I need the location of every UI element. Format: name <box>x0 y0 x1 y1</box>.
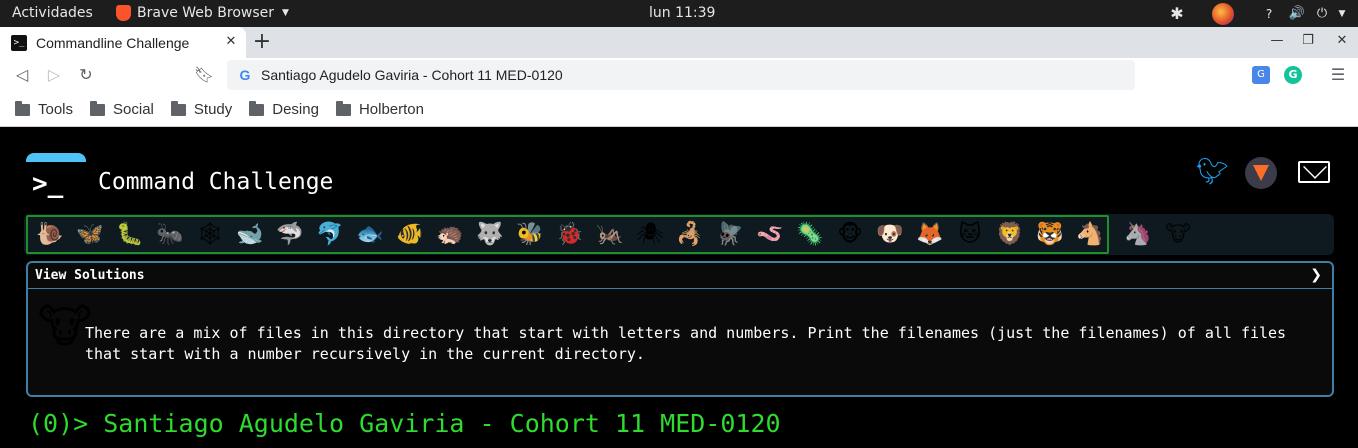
view-solutions-header[interactable]: View Solutions ❯ <box>28 263 1332 289</box>
fly-icon[interactable]: 🪰 <box>710 216 750 252</box>
view-solutions-label: View Solutions <box>35 268 145 283</box>
lion-icon[interactable]: 🦁 <box>990 216 1030 252</box>
system-tray: ✱ ? 🔊 ⏻ ▼ <box>1166 0 1358 27</box>
tab-commandline-challenge[interactable]: >_ Commandline Challenge ✕ <box>0 27 246 58</box>
folder-icon <box>249 100 265 116</box>
hedgehog-icon[interactable]: 🦔 <box>430 216 470 252</box>
tab-strip: >_ Commandline Challenge ✕ + — ❐ ✕ <box>0 27 1358 58</box>
terminal-prompt-icon: >_ <box>32 169 64 199</box>
butterfly-icon[interactable]: 🦋 <box>70 216 110 252</box>
browser-menu-icon[interactable]: ☰ <box>1328 65 1348 84</box>
back-icon[interactable]: ◁ <box>11 64 33 86</box>
whale-icon[interactable]: 🐋 <box>230 216 270 252</box>
brave-logo-icon <box>116 5 131 21</box>
bookmark-folder-desing[interactable]: Desing <box>249 100 319 118</box>
bookmark-folder-holberton[interactable]: Holberton <box>335 100 424 118</box>
ant-icon[interactable]: 🐜 <box>150 216 190 252</box>
activities-button[interactable]: Actividades <box>12 5 93 21</box>
minimize-icon[interactable]: — <box>1269 33 1285 48</box>
tropical-fish-icon[interactable]: 🐠 <box>390 216 430 252</box>
cricket-icon[interactable]: 🦗 <box>590 216 630 252</box>
app-menu[interactable]: Brave Web Browser ▼ <box>116 5 289 21</box>
power-icon[interactable]: ⏻ <box>1314 0 1330 27</box>
chevron-right-icon[interactable]: ❯ <box>1310 267 1322 283</box>
challenge-description: There are a mix of files in this directo… <box>85 324 1287 363</box>
bookmark-label: Holberton <box>358 101 424 118</box>
help-icon[interactable]: ? <box>1262 0 1276 27</box>
system-top-bar: Actividades Brave Web Browser ▼ lun 11:3… <box>0 0 1358 27</box>
chevron-down-icon: ▼ <box>282 8 289 18</box>
mail-icon[interactable] <box>1298 161 1330 183</box>
restore-icon[interactable]: ❐ <box>1300 33 1316 48</box>
horse-icon[interactable]: 🐴 <box>1070 216 1110 252</box>
bookmark-folder-tools[interactable]: Tools <box>15 100 74 118</box>
translate-extension-icon[interactable]: G <box>1252 66 1270 84</box>
close-window-icon[interactable]: ✕ <box>1334 33 1350 48</box>
unicorn-icon[interactable]: 🦄 <box>1118 216 1158 252</box>
bookmark-folder-study[interactable]: Study <box>170 100 233 118</box>
grammarly-extension-icon[interactable]: G <box>1284 66 1302 84</box>
tiger-icon[interactable]: 🐯 <box>1030 216 1070 252</box>
gitlab-icon[interactable] <box>1245 157 1277 189</box>
slack-tray-icon[interactable]: ✱ <box>1166 0 1188 27</box>
tab-title: Commandline Challenge <box>36 34 190 51</box>
reload-icon[interactable]: ↻ <box>75 64 97 86</box>
scorpion-icon[interactable]: 🦂 <box>670 216 710 252</box>
spider-web-icon[interactable]: 🕸 <box>190 216 230 252</box>
spider-icon[interactable]: 🕷 <box>630 216 670 252</box>
wolf-icon[interactable]: 🐺 <box>470 216 510 252</box>
address-bar[interactable]: G Santiago Agudelo Gaviria - Cohort 11 M… <box>227 60 1135 90</box>
bookmark-label: Tools <box>38 101 74 118</box>
level-icons: 🐌 🦋 🐛 🐜 🕸 🐋 🦈 🐬 🐟 🐠 🦔 🐺 🐝 🐞 🦗 🕷 🦂 🪰 🪱 🦠 🐵 🐶 🦊 🐱 🦁 🐯 🐴 🦄 🐮 <box>30 216 1198 252</box>
shark-icon[interactable]: 🦈 <box>270 216 310 252</box>
google-icon: G <box>239 67 251 83</box>
volume-icon[interactable]: 🔊 <box>1288 0 1306 27</box>
terminal-favicon-icon: >_ <box>11 34 27 51</box>
microbe-icon[interactable]: 🦠 <box>790 216 830 252</box>
folder-icon <box>15 100 30 116</box>
dolphin-icon[interactable]: 🐬 <box>310 216 350 252</box>
cow-icon[interactable]: 🐮 <box>1158 216 1198 252</box>
bookmark-label: Study <box>193 101 233 118</box>
bee-icon[interactable]: 🐝 <box>510 216 550 252</box>
new-tab-button[interactable]: + <box>252 29 272 55</box>
folder-icon <box>335 100 351 116</box>
system-clock[interactable]: lun 11:39 <box>649 5 715 21</box>
folder-icon <box>170 100 186 116</box>
chevron-down-icon[interactable]: ▼ <box>1334 0 1350 27</box>
bookmark-label: Desing <box>272 101 319 118</box>
cat-icon[interactable]: 🐱 <box>950 216 990 252</box>
firefox-tray-icon[interactable] <box>1212 2 1234 25</box>
site-logo[interactable]: >_ <box>26 153 86 208</box>
snail-icon[interactable]: 🐌 <box>30 216 70 252</box>
logo-bar <box>26 153 86 162</box>
ladybug-icon[interactable]: 🐞 <box>550 216 590 252</box>
twitter-icon[interactable]: 🐦︎ <box>1196 157 1229 189</box>
terminal-prompt-line[interactable]: (0)> Santiago Agudelo Gaviria - Cohort 1… <box>28 409 781 438</box>
fish-icon[interactable]: 🐟 <box>350 216 390 252</box>
bookmark-label: Social <box>113 101 154 118</box>
bookmark-icon[interactable]: 🔖︎ <box>193 64 215 86</box>
monkey-icon[interactable]: 🐵 <box>830 216 870 252</box>
bookmark-folder-social[interactable]: Social <box>90 100 154 118</box>
dog-icon[interactable]: 🐶 <box>870 216 910 252</box>
page-content: >_ Command Challenge 🐦︎ 🐌 🦋 🐛 🐜 🕸 🐋 🦈 🐬 🐟 🐠 🦔 🐺 🐝 🐞 🦗 🕷… <box>0 127 1358 448</box>
folder-icon <box>90 100 106 116</box>
forward-icon[interactable]: ▷ <box>43 64 65 86</box>
worm-icon[interactable]: 🪱 <box>750 216 790 252</box>
bookmarks-bar: Tools Social Study Desing Holberton <box>0 93 1358 127</box>
page-title: Command Challenge <box>98 169 334 195</box>
close-icon[interactable]: ✕ <box>222 33 240 51</box>
browser-toolbar: ◁ ▷ ↻ 🔖︎ G Santiago Agudelo Gaviria - Co… <box>0 58 1358 93</box>
app-menu-label: Brave Web Browser <box>137 5 274 21</box>
fox-icon[interactable]: 🦊 <box>910 216 950 252</box>
caterpillar-icon[interactable]: 🐛 <box>110 216 150 252</box>
address-text[interactable]: Santiago Agudelo Gaviria - Cohort 11 MED… <box>261 67 563 83</box>
